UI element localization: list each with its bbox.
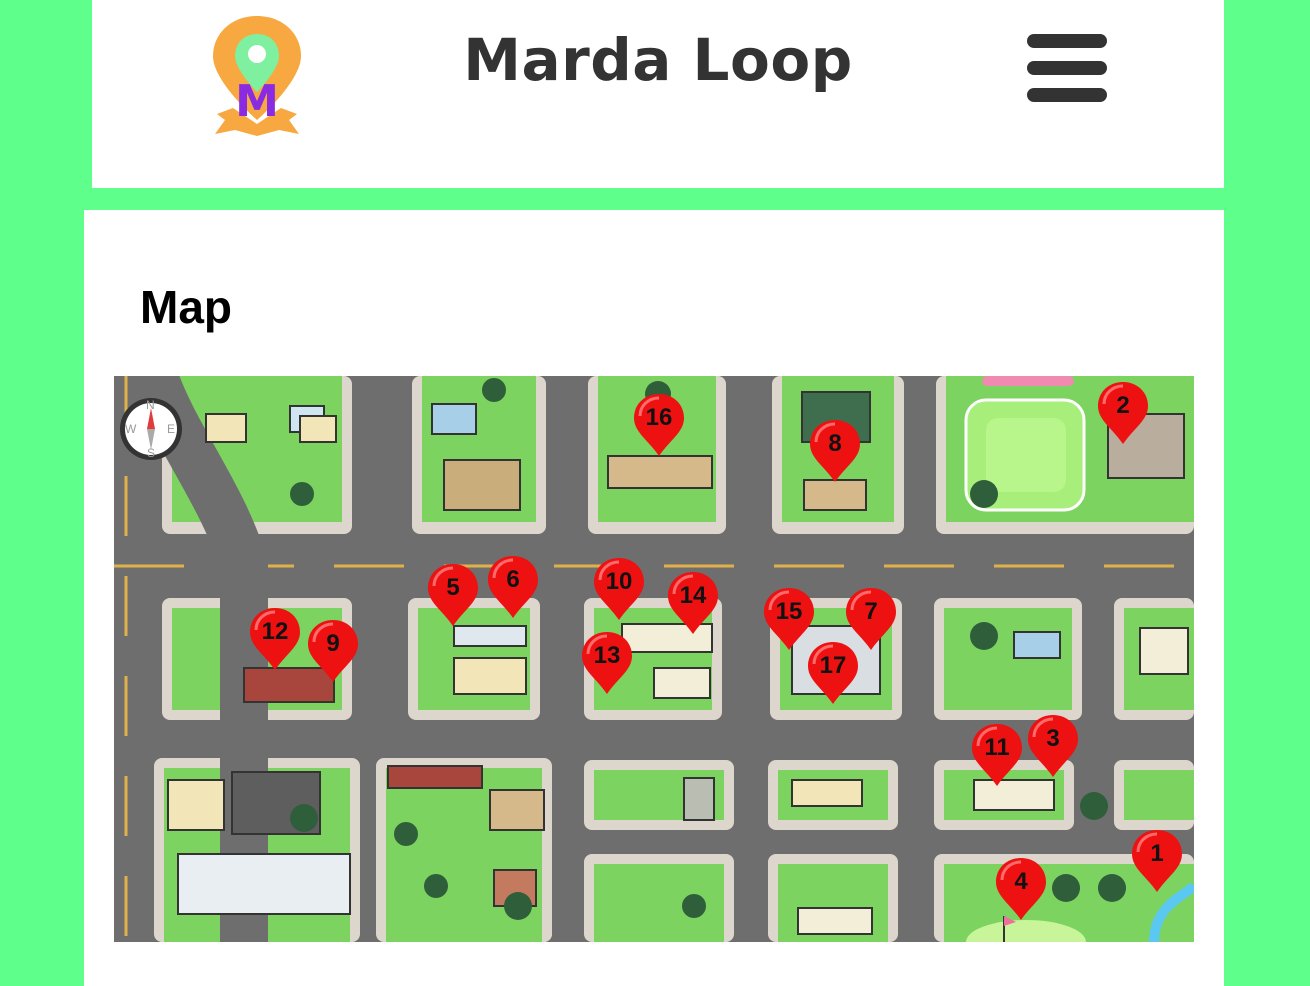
compass-east: E <box>167 422 176 436</box>
compass-south: S <box>147 446 156 460</box>
map-marker-label: 3 <box>1046 725 1060 752</box>
map-marker-label: 10 <box>605 568 633 595</box>
map-marker-12[interactable]: 12 <box>248 606 302 672</box>
map-marker-label: 17 <box>819 652 847 679</box>
map-marker-label: 2 <box>1116 392 1130 419</box>
section-title: Map <box>140 281 232 333</box>
map-marker-label: 15 <box>775 598 803 625</box>
map-marker-9[interactable]: 9 <box>306 618 360 684</box>
map-marker-13[interactable]: 13 <box>580 630 634 696</box>
map-marker-11[interactable]: 11 <box>970 722 1024 788</box>
map-marker-1[interactable]: 1 <box>1130 828 1184 894</box>
map-marker-label: 9 <box>326 630 340 657</box>
map-marker-label: 16 <box>645 404 673 431</box>
map-marker-16[interactable]: 16 <box>632 392 686 458</box>
neighborhood-map[interactable]: N S W E 1 2 3 4 5 6 7 8 9 10 11 12 13 14 15 16 17 <box>114 376 1194 942</box>
map-marker-14[interactable]: 14 <box>666 570 720 636</box>
map-marker-8[interactable]: 8 <box>808 418 862 484</box>
compass-north: N <box>146 398 155 412</box>
map-marker-label: 4 <box>1014 868 1028 895</box>
map-marker-label: 14 <box>679 582 707 609</box>
map-marker-label: 6 <box>506 566 520 593</box>
map-marker-10[interactable]: 10 <box>592 556 646 622</box>
hamburger-menu-icon[interactable] <box>1027 34 1109 104</box>
map-marker-3[interactable]: 3 <box>1026 713 1080 779</box>
map-marker-label: 7 <box>864 598 878 625</box>
compass-west: W <box>125 422 137 436</box>
main-content: Map N S W E 1 2 3 4 5 6 7 8 9 10 11 12 1… <box>84 210 1224 986</box>
map-marker-label: 8 <box>828 430 842 457</box>
compass-icon: N S W E <box>118 396 184 462</box>
map-marker-5[interactable]: 5 <box>426 562 480 628</box>
map-marker-label: 12 <box>261 618 289 645</box>
map-marker-label: 1 <box>1150 840 1164 867</box>
map-marker-2[interactable]: 2 <box>1096 380 1150 446</box>
map-marker-label: 13 <box>593 642 621 669</box>
map-marker-label: 11 <box>984 734 1010 761</box>
map-marker-label: 5 <box>446 574 460 601</box>
map-marker-17[interactable]: 17 <box>806 640 860 706</box>
map-marker-6[interactable]: 6 <box>486 554 540 620</box>
map-marker-4[interactable]: 4 <box>994 856 1048 922</box>
site-header: M Marda Loop <box>92 0 1224 188</box>
